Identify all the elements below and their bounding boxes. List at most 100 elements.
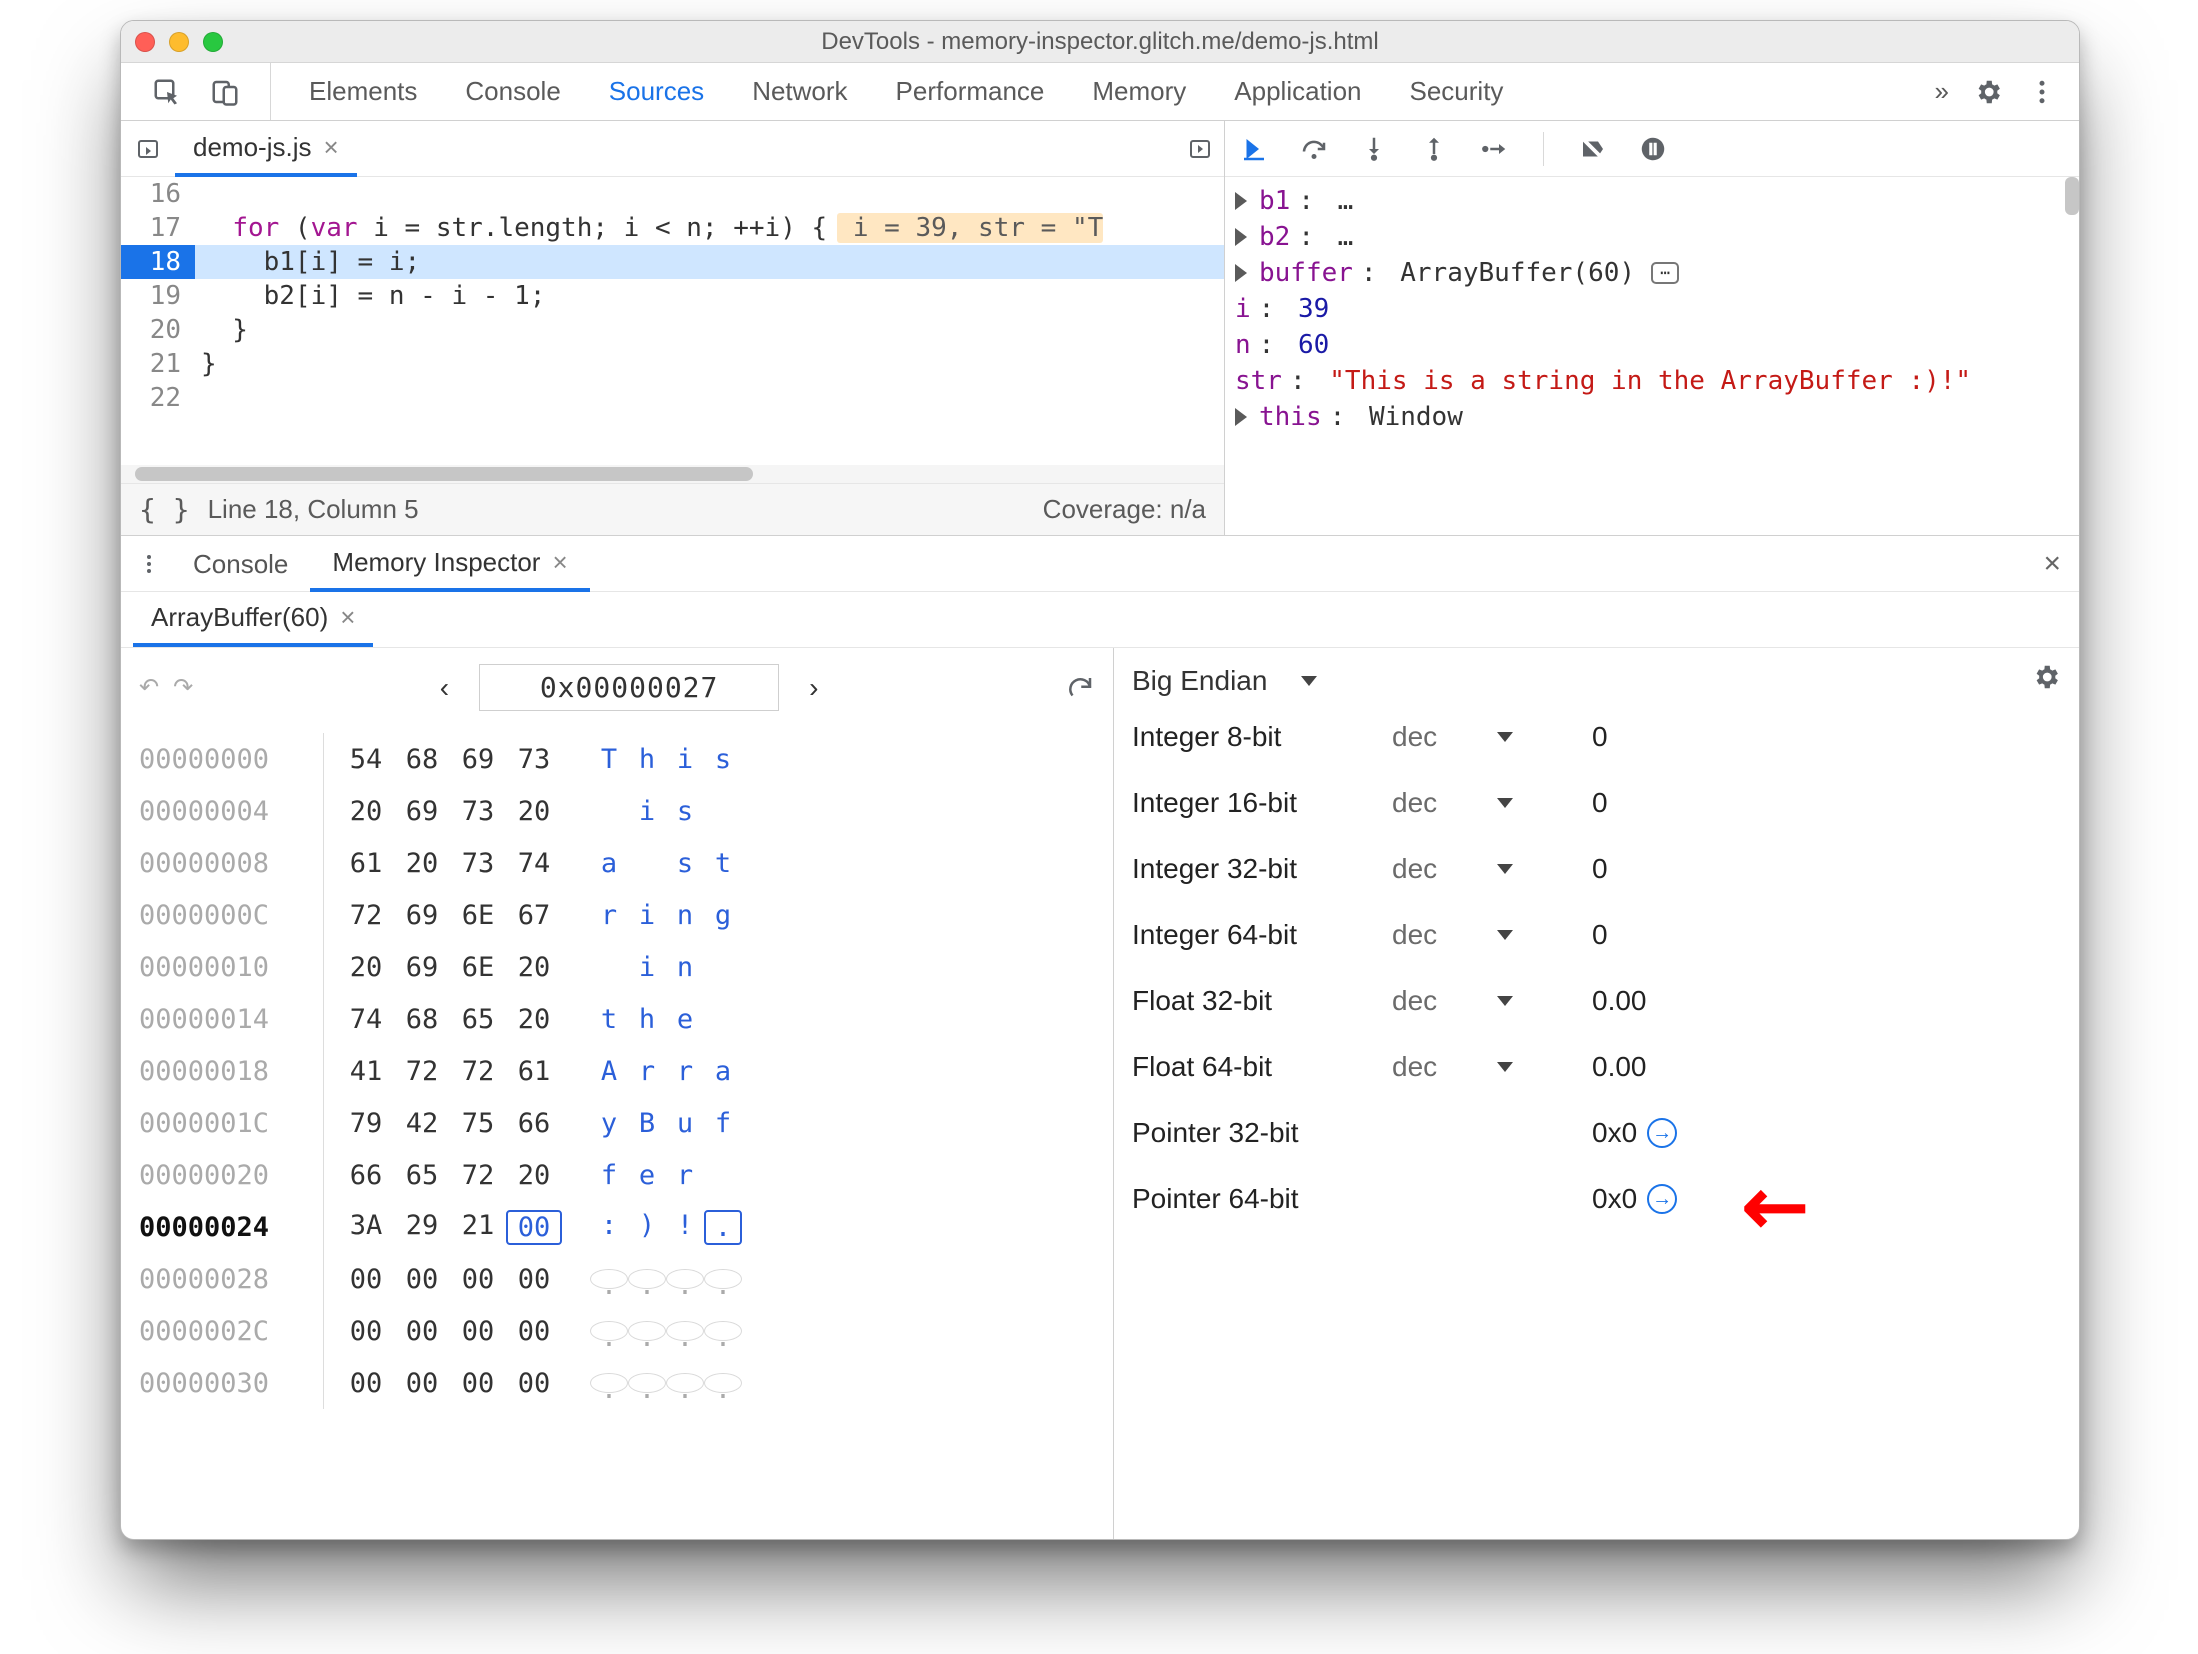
titlebar: DevTools - memory-inspector.glitch.me/de… — [121, 21, 2079, 63]
page-forward-icon[interactable]: › — [793, 670, 834, 706]
chevron-down-icon[interactable] — [1301, 676, 1317, 686]
drawer-tab-console[interactable]: Console — [171, 535, 310, 592]
file-tab-label: demo-js.js — [193, 132, 311, 163]
hex-row[interactable]: 0000001841727261Arra — [139, 1045, 1095, 1097]
inspect-element-icon[interactable] — [152, 77, 182, 107]
scope-row[interactable]: this: Window — [1235, 399, 2075, 435]
hex-row[interactable]: 0000003000000000.... — [139, 1357, 1095, 1409]
device-toolbar-icon[interactable] — [210, 77, 240, 107]
hex-row[interactable]: 0000002C00000000.... — [139, 1305, 1095, 1357]
code-line[interactable]: 16 — [121, 177, 1224, 211]
code-line[interactable]: 19 b2[i] = n - i - 1; — [121, 279, 1224, 313]
cursor-position-label: Line 18, Column 5 — [208, 494, 419, 525]
unit-select[interactable]: dec — [1392, 919, 1562, 951]
scope-pane[interactable]: b1: …b2: …buffer: ArrayBuffer(60)⋯ i: 39… — [1225, 177, 2079, 535]
step-out-icon[interactable] — [1419, 134, 1449, 164]
unit-select[interactable]: dec — [1392, 721, 1562, 753]
history-back-icon[interactable]: ↶ — [139, 673, 159, 702]
value-row: Pointer 64-bit0x0 — [1132, 1183, 2061, 1215]
hex-row[interactable]: 0000002066657220fer — [139, 1149, 1095, 1201]
file-tabbar: demo-js.js × — [121, 121, 1224, 177]
coverage-label: Coverage: n/a — [1043, 494, 1206, 525]
hex-row[interactable]: 000000243A292100:)!. — [139, 1201, 1095, 1253]
step-icon[interactable] — [1479, 134, 1509, 164]
panel-tab-sources[interactable]: Sources — [609, 76, 704, 107]
drawer-tab-memory-inspector[interactable]: Memory Inspector× — [310, 535, 589, 592]
show-navigator-icon[interactable] — [121, 137, 175, 161]
code-line[interactable]: 18 b1[i] = i; — [121, 245, 1224, 279]
value-interpretations: Integer 8-bitdec0 Integer 16-bitdec0 Int… — [1132, 721, 2061, 1215]
code-line[interactable]: 20 } — [121, 313, 1224, 347]
refresh-icon[interactable] — [1065, 673, 1095, 703]
more-tabs-icon[interactable] — [1188, 137, 1212, 161]
code-line[interactable]: 22 — [121, 381, 1224, 415]
drawer-menu-icon[interactable] — [127, 552, 171, 576]
jump-to-address-icon[interactable] — [1647, 1184, 1677, 1214]
scope-row[interactable]: i: 39 — [1235, 291, 2075, 327]
scope-scrollbar[interactable] — [2065, 177, 2079, 215]
step-into-icon[interactable] — [1359, 134, 1389, 164]
scope-row[interactable]: buffer: ArrayBuffer(60)⋯ — [1235, 255, 2075, 291]
memory-inspector-body: ↶ ↷ ‹ 0x00000027 › 0000000054686973This0… — [121, 648, 2079, 1540]
panel-tab-network[interactable]: Network — [752, 76, 847, 107]
devtools-window: DevTools - memory-inspector.glitch.me/de… — [120, 20, 2080, 1540]
value-row: Integer 32-bitdec0 — [1132, 853, 2061, 885]
scope-row[interactable]: b2: … — [1235, 219, 2075, 255]
value-settings-icon[interactable] — [2031, 662, 2061, 699]
close-drawer-tab-icon[interactable]: × — [552, 547, 567, 578]
kebab-menu-icon[interactable] — [2027, 77, 2057, 107]
step-over-icon[interactable] — [1299, 134, 1329, 164]
panel-tab-security[interactable]: Security — [1410, 76, 1504, 107]
sources-panel: demo-js.js × 1617 for (var i = str.lengt… — [121, 121, 2079, 536]
hex-row[interactable]: 0000001474686520the — [139, 993, 1095, 1045]
hex-row[interactable]: 0000000420697320 is — [139, 785, 1095, 837]
value-row: Integer 64-bitdec0 — [1132, 919, 2061, 951]
unit-select[interactable]: dec — [1392, 787, 1562, 819]
hex-row[interactable]: 0000002800000000.... — [139, 1253, 1095, 1305]
page-back-icon[interactable]: ‹ — [424, 670, 465, 706]
hex-row[interactable]: 0000000054686973This — [139, 733, 1095, 785]
hex-row[interactable]: 0000000861207374a st — [139, 837, 1095, 889]
scope-row[interactable]: b1: … — [1235, 183, 2075, 219]
hex-row[interactable]: 0000001020696E20 in — [139, 941, 1095, 993]
panel-tab-memory[interactable]: Memory — [1092, 76, 1186, 107]
close-file-icon[interactable]: × — [323, 132, 338, 163]
more-panels-button[interactable]: » — [1935, 76, 1949, 107]
settings-icon[interactable] — [1973, 77, 2003, 107]
unit-select[interactable]: dec — [1392, 1051, 1562, 1083]
editor-horizontal-scrollbar[interactable] — [121, 465, 1224, 483]
file-tab[interactable]: demo-js.js × — [175, 120, 357, 177]
panel-tab-performance[interactable]: Performance — [896, 76, 1045, 107]
history-fwd-icon[interactable]: ↷ — [173, 673, 193, 702]
unit-select[interactable]: dec — [1392, 853, 1562, 885]
address-input[interactable]: 0x00000027 — [479, 664, 779, 711]
code-line[interactable]: 21} — [121, 347, 1224, 381]
code-line[interactable]: 17 for (var i = str.length; i < n; ++i) … — [121, 211, 1224, 245]
jump-to-address-icon[interactable] — [1647, 1118, 1677, 1148]
hex-row[interactable]: 0000001C79427566yBuf — [139, 1097, 1095, 1149]
panel-lead-icons — [121, 63, 271, 120]
panel-tab-console[interactable]: Console — [465, 76, 560, 107]
value-row: Float 64-bitdec0.00 — [1132, 1051, 2061, 1083]
panel-tabbar: Elements Console Sources Network Performance… — [121, 63, 2079, 121]
value-row: Float 32-bitdec0.00 — [1132, 985, 2061, 1017]
scope-row[interactable]: str: "This is a string in the ArrayBuffe… — [1235, 363, 2075, 399]
close-drawer-icon[interactable]: × — [2043, 547, 2073, 581]
endian-select[interactable]: Big Endian — [1132, 665, 1267, 697]
value-row: Integer 16-bitdec0 — [1132, 787, 2061, 819]
window-title: DevTools - memory-inspector.glitch.me/de… — [121, 28, 2079, 56]
inspector-tabrow: ArrayBuffer(60) × — [121, 592, 2079, 648]
hex-row[interactable]: 0000000C72696E67ring — [139, 889, 1095, 941]
resume-icon[interactable] — [1239, 134, 1269, 164]
close-inspector-tab-icon[interactable]: × — [340, 602, 355, 633]
pretty-print-icon[interactable]: { } — [139, 493, 190, 526]
deactivate-breakpoints-icon[interactable] — [1578, 134, 1608, 164]
hex-view[interactable]: 0000000054686973This0000000420697320 is … — [139, 733, 1095, 1409]
inspector-buffer-tab[interactable]: ArrayBuffer(60) × — [133, 592, 373, 647]
panel-tab-application[interactable]: Application — [1234, 76, 1361, 107]
pause-on-exceptions-icon[interactable] — [1638, 134, 1668, 164]
code-editor[interactable]: 1617 for (var i = str.length; i < n; ++i… — [121, 177, 1224, 465]
panel-tab-elements[interactable]: Elements — [309, 76, 417, 107]
scope-row[interactable]: n: 60 — [1235, 327, 2075, 363]
unit-select[interactable]: dec — [1392, 985, 1562, 1017]
